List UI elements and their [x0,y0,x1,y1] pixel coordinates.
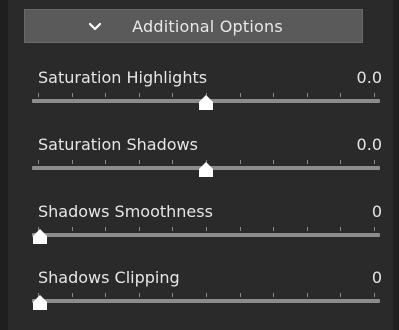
slider-tick [105,93,106,97]
slider-tick [374,160,375,164]
slider-tick [240,227,241,231]
slider-label: Shadows Clipping [38,268,180,287]
slider-value[interactable]: 0.0 [357,68,382,87]
slider-tick [374,227,375,231]
slider-tick [340,93,341,97]
slider-tick [307,160,308,164]
slider-tick [172,93,173,97]
slider-value[interactable]: 0 [372,268,382,287]
panel-left-border [0,0,8,330]
slider-tick [172,293,173,297]
slider-tick [206,227,207,231]
slider-tick [105,160,106,164]
slider-tick [273,160,274,164]
slider-row-shadows-smoothness: Shadows Smoothness 0 [32,202,382,262]
slider-tick [206,293,207,297]
slider-tick [139,227,140,231]
panel-right-border [393,0,399,330]
slider-tick [38,93,39,97]
slider-track[interactable] [32,299,380,303]
slider-tick [240,293,241,297]
slider-tick [240,160,241,164]
slider-tick [307,227,308,231]
slider-tick [307,293,308,297]
slider-tick [105,293,106,297]
slider-tick [139,160,140,164]
slider-row-shadows-clipping: Shadows Clipping 0 [32,268,382,328]
slider-tick [240,93,241,97]
slider-tick [374,293,375,297]
slider-tick [139,293,140,297]
slider-tick [340,160,341,164]
slider-row-saturation-highlights: Saturation Highlights 0.0 [32,68,382,128]
slider-tick [340,293,341,297]
slider-tick [139,93,140,97]
additional-options-panel: Additional Options Saturation Highlights… [0,0,399,330]
slider-tick [72,160,73,164]
slider-row-saturation-shadows: Saturation Shadows 0.0 [32,135,382,195]
slider-track[interactable] [32,233,380,237]
slider-value[interactable]: 0 [372,202,382,221]
slider-value[interactable]: 0.0 [357,135,382,154]
chevron-down-icon [88,22,102,31]
slider-thumb[interactable] [198,162,214,177]
slider-tick [72,227,73,231]
slider-tick [273,227,274,231]
slider-tick [307,93,308,97]
slider-tick [105,227,106,231]
slider-label: Saturation Highlights [38,68,208,87]
slider-tick [172,227,173,231]
slider-tick [273,93,274,97]
slider-tick [340,227,341,231]
slider-thumb[interactable] [32,229,48,244]
additional-options-header[interactable]: Additional Options [24,9,363,43]
slider-tick [38,160,39,164]
slider-thumb[interactable] [198,95,214,110]
slider-tick [72,293,73,297]
slider-label: Shadows Smoothness [38,202,213,221]
slider-tick [273,293,274,297]
slider-tick [172,160,173,164]
slider-thumb[interactable] [32,295,48,310]
slider-tick [374,93,375,97]
header-title: Additional Options [132,16,283,36]
slider-tick [72,93,73,97]
slider-label: Saturation Shadows [38,135,198,154]
